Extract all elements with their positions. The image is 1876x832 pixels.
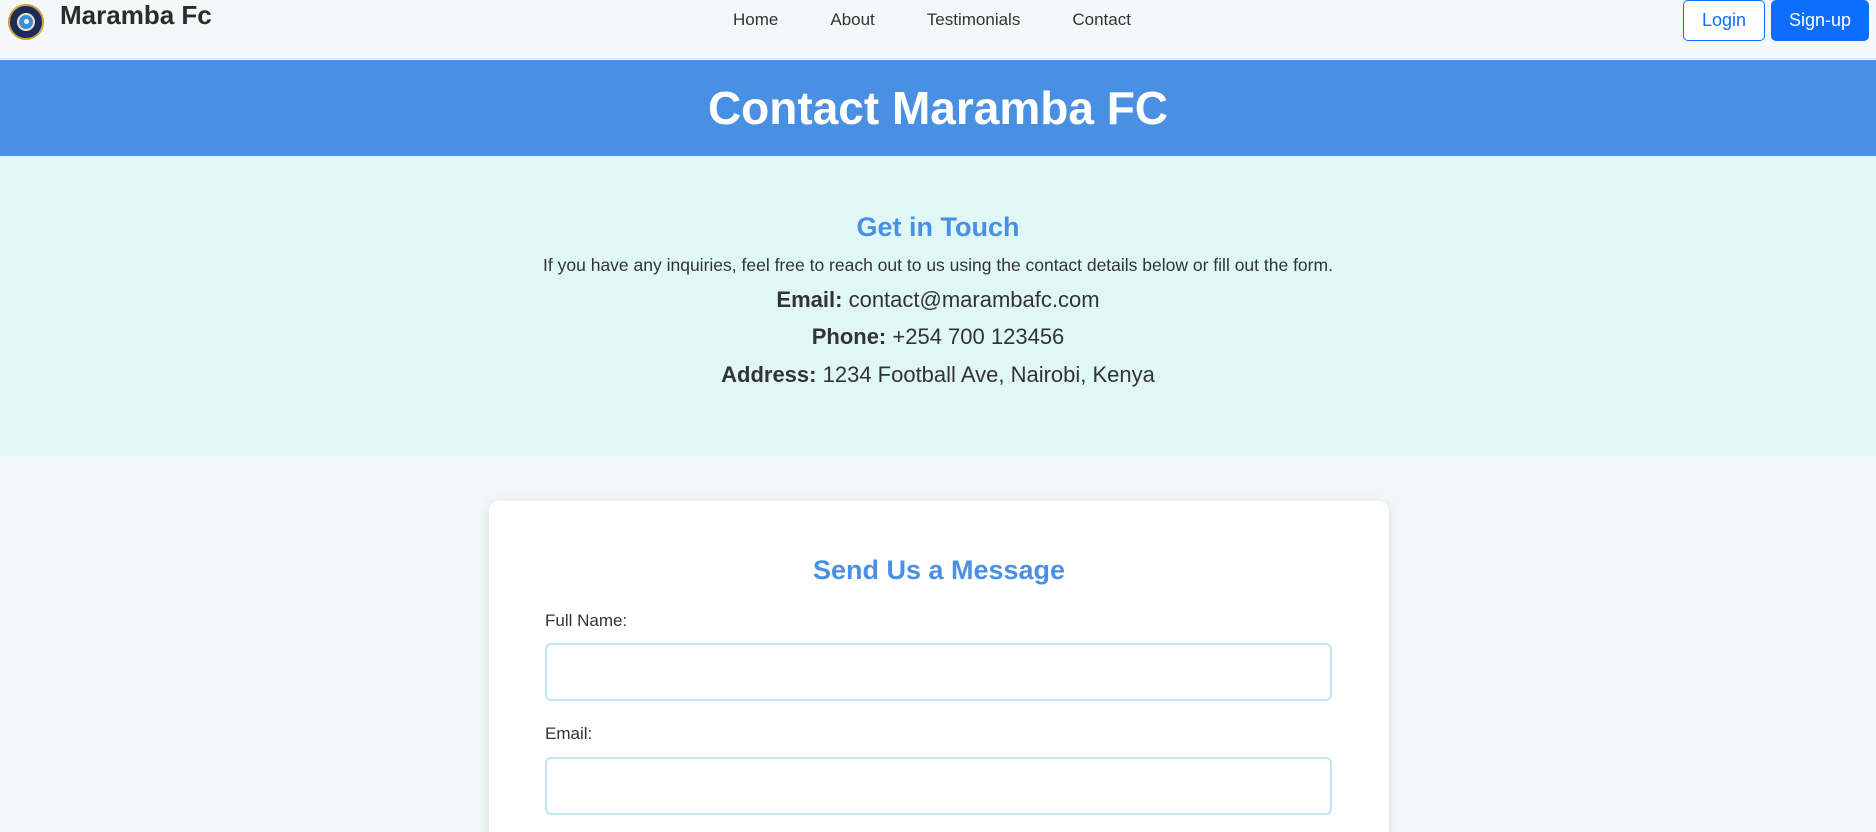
brand-name[interactable]: Maramba Fc [60,0,212,30]
logo-highlight [24,19,29,24]
contact-phone-line: Phone: +254 700 123456 [0,324,1876,350]
contact-email-line: Email: contact@marambafc.com [0,287,1876,313]
logo-ball-icon [17,13,35,31]
contact-intro-text: If you have any inquiries, feel free to … [543,255,1333,275]
message-form-card: Send Us a Message Full Name: Email: [489,501,1389,832]
email-label: Email: [545,724,593,743]
contact-email-label: Email: [776,287,843,312]
nav-links: Home About Testimonials Contact [733,8,1183,32]
nav-link-testimonials[interactable]: Testimonials [927,8,1021,32]
login-button[interactable]: Login [1683,0,1765,41]
contact-phone-value: +254 700 123456 [892,324,1065,349]
nav-link-about[interactable]: About [830,8,874,32]
page-title: Contact Maramba FC [707,82,1169,134]
club-logo-icon[interactable] [8,4,44,40]
form-heading: Send Us a Message [812,555,1066,585]
contact-info-section: Get in Touch If you have any inquiries, … [0,156,1876,456]
contact-email-value: contact@marambafc.com [848,287,1100,312]
nav-link-contact[interactable]: Contact [1072,8,1131,32]
full-name-input[interactable] [545,643,1332,701]
contact-phone-label: Phone: [811,324,887,349]
contact-address-value: 1234 Football Ave, Nairobi, Kenya [822,362,1155,387]
hero-banner: Contact Maramba FC [0,60,1876,156]
navbar: Maramba Fc Home About Testimonials Conta… [0,0,1876,59]
signup-button[interactable]: Sign-up [1771,0,1869,41]
contact-address-label: Address: [721,362,817,387]
contact-address-line: Address: 1234 Football Ave, Nairobi, Ken… [0,362,1876,388]
nav-link-home[interactable]: Home [733,8,778,32]
get-in-touch-heading: Get in Touch [856,212,1020,242]
email-input[interactable] [545,757,1332,815]
full-name-label: Full Name: [545,611,628,630]
